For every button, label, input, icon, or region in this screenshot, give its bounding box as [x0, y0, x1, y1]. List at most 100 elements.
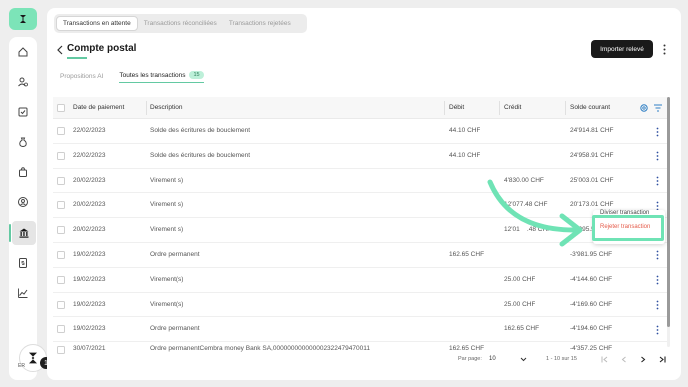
- row-checkbox[interactable]: [57, 176, 65, 185]
- header-more-button[interactable]: [661, 42, 667, 56]
- cell-debit: 162.65 CHF: [449, 250, 485, 258]
- cell-description: Virement(s): [150, 300, 184, 308]
- table-filter-button[interactable]: [652, 102, 663, 113]
- row-checkbox[interactable]: [57, 201, 65, 210]
- brand-logo-icon: [29, 352, 37, 364]
- cell-description: Ordre permanent: [150, 325, 200, 333]
- document-dollar-icon: [19, 258, 27, 268]
- cell-date: 19/02/2023: [73, 325, 106, 333]
- row-checkbox[interactable]: [57, 151, 65, 160]
- table-row[interactable]: 22/02/2023 Solde des écritures de boucle…: [53, 119, 667, 144]
- row-more-button[interactable]: [654, 275, 660, 286]
- user-initials: ER: [18, 363, 25, 369]
- cell-balance: 24'958.91 CHF: [570, 151, 614, 159]
- scrollbar-thumb[interactable]: [667, 97, 670, 327]
- cell-description: Virement s): [150, 201, 184, 209]
- table-row[interactable]: 19/02/2023 Virement(s) 25.00 CHF -4'144.…: [53, 268, 667, 293]
- menu-item-divide-transaction[interactable]: Diviser transaction: [600, 210, 649, 216]
- column-divider: [146, 101, 147, 115]
- chevron-right-icon: [641, 356, 646, 362]
- tab-ai-proposals[interactable]: Propositions AI: [60, 69, 103, 83]
- column-divider: [499, 101, 500, 115]
- sidebar-item-tasks[interactable]: [13, 102, 33, 122]
- table-row[interactable]: 30/07/2021 Ordre permanentCembra money B…: [53, 342, 667, 356]
- row-checkbox[interactable]: [57, 127, 65, 135]
- row-checkbox[interactable]: [57, 275, 65, 284]
- last-page-button[interactable]: [657, 353, 667, 365]
- last-page-icon: [659, 356, 666, 362]
- cell-date: 19/02/2023: [73, 275, 106, 283]
- cell-date: 19/02/2023: [73, 300, 106, 308]
- sidebar-nav: [9, 37, 37, 380]
- row-more-button[interactable]: [654, 300, 660, 311]
- import-statement-button[interactable]: Importer relevé: [591, 40, 653, 58]
- more-vertical-icon: [656, 275, 658, 285]
- column-header-date[interactable]: Date de paiement: [73, 97, 124, 119]
- sidebar-item-reports[interactable]: [13, 283, 33, 303]
- previous-page-button[interactable]: [619, 353, 629, 365]
- table-scrollbar[interactable]: [667, 97, 670, 347]
- back-arrow-icon[interactable]: [56, 45, 64, 55]
- cell-credit: 162.65 CHF: [504, 325, 540, 333]
- sidebar-item-finance[interactable]: [13, 132, 33, 152]
- cell-date: 20/02/2023: [73, 201, 106, 209]
- table-row[interactable]: 19/02/2023 Ordre permanent 162.65 CHF -4…: [53, 317, 667, 343]
- row-more-button[interactable]: [654, 126, 660, 137]
- row-checkbox[interactable]: [57, 226, 65, 235]
- select-all-checkbox[interactable]: [57, 104, 65, 112]
- filter-icon: [653, 104, 662, 111]
- column-header-credit[interactable]: Crédit: [504, 97, 521, 119]
- row-more-button[interactable]: [654, 176, 660, 187]
- table-header: Date de paiement Description Débit Crédi…: [53, 97, 667, 119]
- brand-logo[interactable]: [9, 8, 37, 30]
- count-badge: 15: [189, 71, 204, 79]
- tab-label: Toutes les transactions: [119, 71, 186, 79]
- more-vertical-icon: [656, 300, 658, 310]
- row-checkbox[interactable]: [57, 325, 65, 334]
- brand-logo-icon: [20, 15, 26, 23]
- more-vertical-icon: [656, 325, 658, 335]
- table-settings-button[interactable]: [638, 102, 649, 113]
- cell-description: Virement(s): [150, 275, 184, 283]
- tab-pending[interactable]: Transactions en attente: [56, 16, 138, 31]
- tab-all-transactions[interactable]: Toutes les transactions 15: [119, 69, 204, 83]
- tab-rejected[interactable]: Transactions rejetées: [223, 16, 297, 31]
- cell-date: 20/02/2023: [73, 176, 106, 184]
- sidebar-item-contacts[interactable]: [13, 192, 33, 212]
- title-underline: [67, 57, 87, 59]
- cell-date: 22/02/2023: [73, 127, 106, 134]
- gear-icon: [639, 103, 648, 112]
- more-vertical-icon: [656, 151, 658, 161]
- row-more-button[interactable]: [654, 250, 660, 261]
- cell-date: 19/02/2023: [73, 250, 106, 258]
- sidebar-item-invoices[interactable]: [13, 253, 33, 273]
- first-page-button[interactable]: [600, 353, 610, 365]
- tab-reconciled[interactable]: Transactions réconciliées: [138, 16, 223, 31]
- column-header-debit[interactable]: Débit: [449, 97, 464, 119]
- cell-debit: 162.65 CHF: [449, 345, 485, 353]
- table-row[interactable]: 19/02/2023 Virement(s) 25.00 CHF -4'169.…: [53, 293, 667, 318]
- per-page-select[interactable]: 10: [489, 353, 527, 365]
- sidebar-item-home[interactable]: [13, 42, 33, 62]
- cell-debit: 44.10 CHF: [449, 127, 481, 134]
- row-more-button[interactable]: [654, 151, 660, 162]
- sidebar-item-bank[interactable]: [9, 221, 36, 245]
- table-row[interactable]: 22/02/2023 Solde des écritures de boucle…: [53, 144, 667, 169]
- row-checkbox[interactable]: [57, 346, 65, 355]
- column-header-description[interactable]: Description: [150, 97, 183, 119]
- sidebar-item-purchases[interactable]: [13, 162, 33, 182]
- next-page-button[interactable]: [638, 353, 648, 365]
- column-header-balance[interactable]: Solde courant: [570, 97, 610, 119]
- cell-balance: -4'144.60 CHF: [570, 275, 613, 283]
- tab-label: Propositions AI: [60, 72, 104, 80]
- tutorial-arrow-icon: [487, 179, 583, 247]
- menu-item-reject-transaction[interactable]: Rejeter transaction: [600, 224, 650, 230]
- sidebar-item-clients[interactable]: [13, 72, 33, 92]
- row-checkbox[interactable]: [57, 300, 65, 309]
- cell-credit: 25.00 CHF: [504, 275, 536, 283]
- page-title: Compte postal: [67, 43, 137, 54]
- row-more-button[interactable]: [654, 324, 660, 335]
- row-checkbox[interactable]: [57, 250, 65, 259]
- shopping-bag-icon: [19, 167, 27, 177]
- transaction-status-tabs: Transactions en attente Transactions réc…: [54, 14, 307, 33]
